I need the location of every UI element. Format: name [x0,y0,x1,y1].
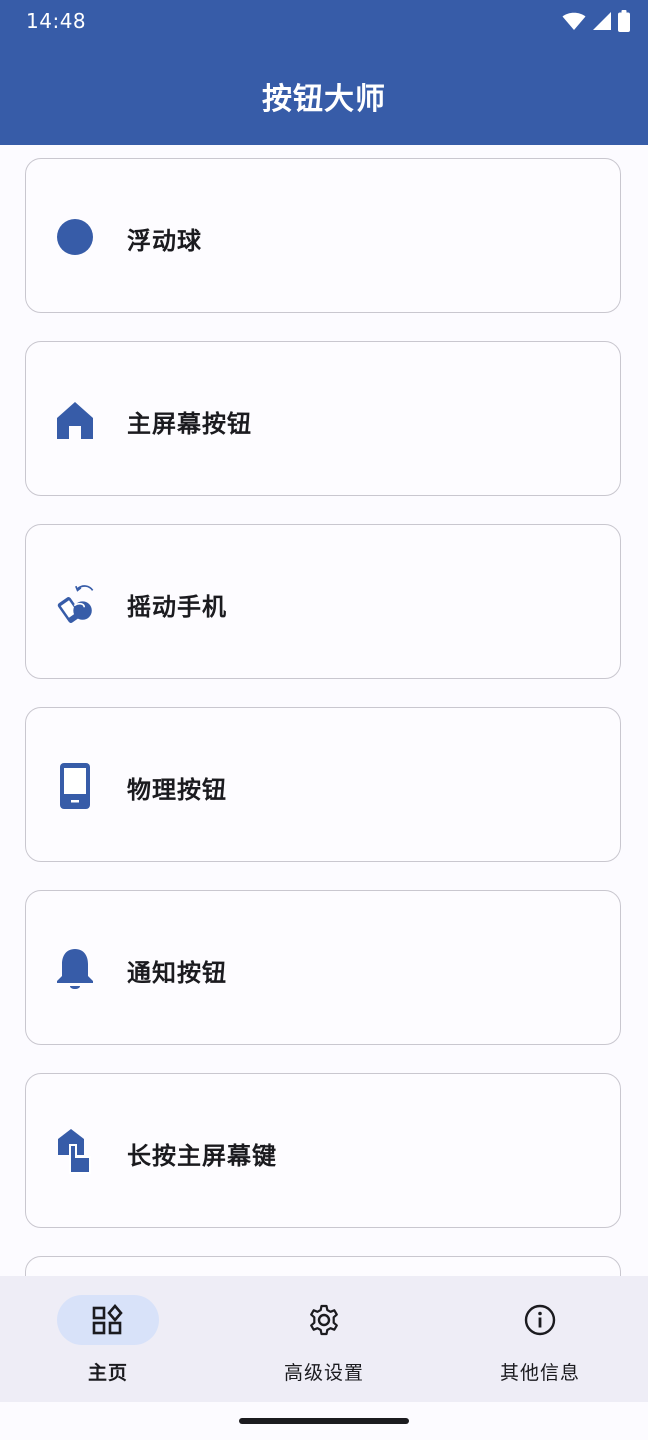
home-icon [54,399,96,441]
card-physical-button[interactable]: 物理按钮 [25,707,621,862]
bell-icon [54,948,96,990]
nav-pill [489,1295,591,1345]
nav-pill [273,1295,375,1345]
nav-item-advanced-settings[interactable]: 高级设置 [216,1276,432,1402]
dashboard-icon [92,1304,123,1335]
floating-ball-icon [54,216,96,258]
info-icon [524,1304,556,1336]
bottom-navigation: 主页 高级设置 其他信息 [0,1276,648,1402]
status-bar: 14:48 [0,0,648,44]
gear-icon [310,1304,338,1336]
nav-pill-active [57,1295,159,1345]
shake-phone-icon [54,582,96,624]
gesture-area [0,1402,648,1440]
long-press-home-icon [54,1129,96,1174]
nav-label: 其他信息 [499,1362,580,1384]
nav-item-other-info[interactable]: 其他信息 [432,1276,648,1402]
card-shake-phone[interactable]: 摇动手机 [25,524,621,679]
card-partial[interactable] [25,1256,621,1276]
card-label: 摇动手机 [127,593,227,621]
card-notification-button[interactable]: 通知按钮 [25,890,621,1045]
card-label: 物理按钮 [127,776,227,804]
card-home-button[interactable]: 主屏幕按钮 [25,341,621,496]
feature-list: 浮动球 主屏幕按钮 摇动手机 物理按钮 通知按钮 长按主屏幕键 [25,158,623,1276]
card-label: 主屏幕按钮 [127,410,252,438]
card-label: 通知按钮 [127,959,227,987]
card-label: 长按主屏幕键 [127,1142,277,1170]
page-title: 按钮大师 [262,82,386,117]
card-label: 浮动球 [127,227,202,255]
nav-item-home[interactable]: 主页 [0,1276,216,1402]
status-icons [562,10,630,32]
card-long-press-home[interactable]: 长按主屏幕键 [25,1073,621,1228]
card-floating-ball[interactable]: 浮动球 [25,158,621,313]
wifi-icon [562,12,586,30]
app-header: 14:48 按钮大师 [0,0,648,145]
nav-label: 高级设置 [283,1362,364,1384]
home-gesture-bar[interactable] [239,1418,409,1424]
status-time: 14:48 [26,9,87,33]
battery-icon [618,10,630,32]
signal-icon [593,12,611,30]
nav-label: 主页 [87,1362,128,1384]
phone-device-icon [54,763,96,809]
